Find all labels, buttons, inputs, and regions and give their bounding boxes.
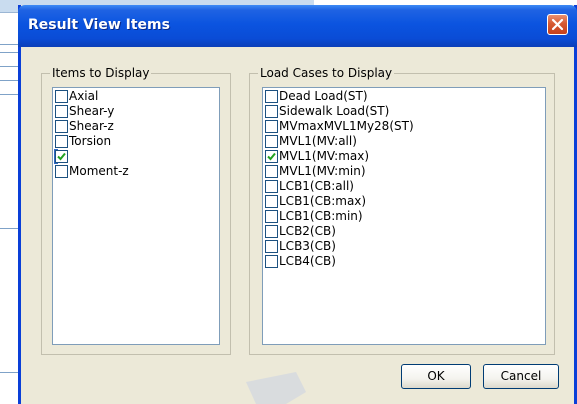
dialog-titlebar[interactable]: Result View Items — [18, 5, 577, 47]
pointer-arrow-icon — [246, 372, 306, 404]
load-cases-list[interactable]: Dead Load(ST) Sidewalk Load(ST) MVmaxMVL1M… — [262, 87, 546, 345]
checkbox-unchecked[interactable] — [265, 180, 278, 193]
items-to-display-list[interactable]: Axial Shear-y Shear-z Torsion Moment-y Moment… — [52, 87, 220, 345]
checkbox-unchecked[interactable] — [55, 120, 68, 133]
checkbox-unchecked[interactable] — [55, 165, 68, 178]
items-to-display-group: Items to Display Axial Shear-y Shear-z Tors… — [41, 66, 231, 355]
load-case-item-label: LCB4(CB) — [279, 254, 336, 268]
items-list-item[interactable]: Moment-z — [54, 164, 129, 179]
items-list-item[interactable]: Shear-y — [54, 104, 114, 119]
load-case-item-label: Sidewalk Load(ST) — [279, 104, 390, 118]
result-view-items-dialog: Result View Items Items to Display Axial… — [18, 5, 577, 404]
items-list-item[interactable]: Torsion — [54, 134, 111, 149]
checkbox-unchecked[interactable] — [265, 105, 278, 118]
checkbox-checked[interactable] — [265, 150, 278, 163]
close-button[interactable] — [547, 14, 568, 35]
checkbox-unchecked[interactable] — [265, 210, 278, 223]
load-case-item[interactable]: MVL1(MV:min) — [264, 164, 366, 179]
items-list-item[interactable]: Axial — [54, 89, 98, 104]
items-list-item-label: Torsion — [69, 134, 112, 148]
checkbox-unchecked[interactable] — [265, 165, 278, 178]
load-case-item[interactable]: MVmaxMVL1My28(ST) — [264, 119, 414, 134]
close-icon — [551, 18, 564, 31]
load-cases-label: Load Cases to Display — [258, 66, 395, 80]
checkbox-unchecked[interactable] — [265, 135, 278, 148]
load-case-item-label: LCB3(CB) — [279, 239, 336, 253]
items-list-item-label: Shear-z — [69, 119, 114, 133]
checkbox-unchecked[interactable] — [55, 105, 68, 118]
checkbox-unchecked[interactable] — [265, 225, 278, 238]
load-case-item-label: MVL1(MV:max) — [279, 149, 370, 163]
checkbox-unchecked[interactable] — [55, 135, 68, 148]
items-list-item[interactable]: Moment-y — [54, 149, 129, 164]
load-case-item[interactable]: MVL1(MV:all) — [264, 134, 357, 149]
items-list-item-label: Moment-y — [69, 149, 130, 163]
checkbox-unchecked[interactable] — [265, 120, 278, 133]
load-case-item-label: LCB1(CB:all) — [279, 179, 354, 193]
items-to-display-label: Items to Display — [50, 66, 152, 80]
load-case-item[interactable]: MVL1(MV:max) — [264, 149, 369, 164]
load-case-item-label: MVL1(MV:all) — [279, 134, 357, 148]
load-case-item[interactable]: Sidewalk Load(ST) — [264, 104, 389, 119]
dialog-title: Result View Items — [28, 17, 170, 33]
load-case-item-label: LCB2(CB) — [279, 224, 336, 238]
load-case-item[interactable]: LCB3(CB) — [264, 239, 336, 254]
cancel-button[interactable]: Cancel — [483, 364, 559, 389]
ok-button[interactable]: OK — [401, 364, 471, 389]
checkbox-unchecked[interactable] — [265, 195, 278, 208]
items-list-item-label: Axial — [69, 89, 99, 103]
load-case-item-label: LCB1(CB:min) — [279, 209, 363, 223]
checkbox-unchecked[interactable] — [265, 90, 278, 103]
checkbox-checked[interactable] — [55, 150, 68, 163]
checkbox-unchecked[interactable] — [265, 240, 278, 253]
load-case-item-label: LCB1(CB:max) — [279, 194, 367, 208]
checkbox-unchecked[interactable] — [265, 255, 278, 268]
checkbox-unchecked[interactable] — [55, 90, 68, 103]
load-case-item-label: Dead Load(ST) — [279, 89, 368, 103]
load-case-item[interactable]: LCB1(CB:min) — [264, 209, 363, 224]
load-case-item-label: MVmaxMVL1My28(ST) — [279, 119, 414, 133]
items-list-item-label: Moment-z — [69, 164, 129, 178]
load-case-item[interactable]: LCB1(CB:all) — [264, 179, 354, 194]
items-list-item[interactable]: Shear-z — [54, 119, 114, 134]
load-case-item[interactable]: LCB1(CB:max) — [264, 194, 366, 209]
load-case-item-label: MVL1(MV:min) — [279, 164, 366, 178]
items-list-item-label: Shear-y — [69, 104, 115, 118]
load-cases-group: Load Cases to Display Dead Load(ST) Sidew… — [249, 66, 555, 355]
load-case-item[interactable]: LCB2(CB) — [264, 224, 336, 239]
load-case-item[interactable]: LCB4(CB) — [264, 254, 336, 269]
load-case-item[interactable]: Dead Load(ST) — [264, 89, 368, 104]
